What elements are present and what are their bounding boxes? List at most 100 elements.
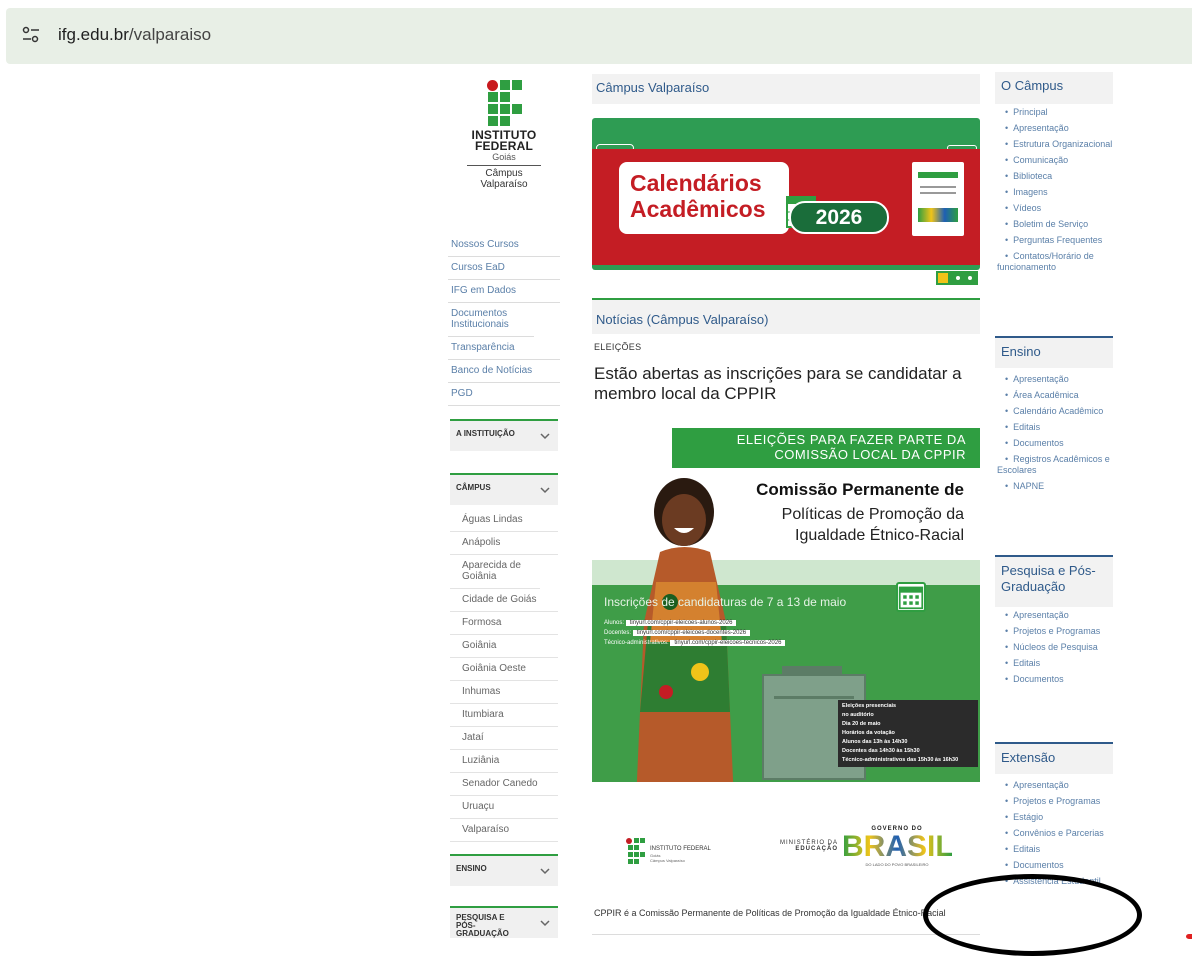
right-link[interactable]: NAPNE xyxy=(997,478,1115,494)
left-nav-item[interactable]: PGD xyxy=(448,383,560,406)
calendar-banner[interactable]: Calendários Acadêmicos 2026 xyxy=(592,118,980,270)
section-label: ENSINO xyxy=(456,864,487,873)
right-extensao-list: Apresentação Projetos e Programas Estági… xyxy=(997,777,1115,889)
section-pesquisa-toggle[interactable]: PESQUISA E PÓS-GRADUAÇÃO xyxy=(450,906,558,938)
poster-inscricoes: Inscrições de candidaturas de 7 a 13 de … xyxy=(604,595,847,609)
left-nav-item[interactable]: Cursos EaD xyxy=(448,257,560,280)
right-link[interactable]: Imagens xyxy=(997,184,1115,200)
chevron-down-icon xyxy=(540,433,550,440)
right-link[interactable]: Biblioteca xyxy=(997,168,1115,184)
right-link[interactable]: Apresentação xyxy=(997,120,1115,136)
right-link[interactable]: Calendário Acadêmico xyxy=(997,403,1115,419)
cppir-poster[interactable]: ELEIÇÕES PARA FAZER PARTE DA COMISSÃO LO… xyxy=(592,428,980,812)
campus-link[interactable]: Aparecida de Goiânia xyxy=(450,555,540,589)
news-headline[interactable]: Estão abertas as inscrições para se cand… xyxy=(594,364,974,404)
logo-line3: Goiás xyxy=(492,152,516,162)
campus-title-bar: Câmpus Valparaíso xyxy=(592,74,980,104)
right-link[interactable]: Perguntas Frequentes xyxy=(997,232,1115,248)
right-section-header: Pesquisa e Pós-Graduação xyxy=(995,555,1113,607)
campus-link[interactable]: Jataí xyxy=(450,727,558,750)
ifg-small-logo-text: INSTITUTO FEDERAL xyxy=(650,846,711,852)
ifg-logo[interactable]: INSTITUTO FEDERAL Goiás Câmpus Valparaís… xyxy=(448,80,560,190)
ifg-small-logo-sub: Câmpus Valparaíso xyxy=(650,858,685,863)
site-settings-icon[interactable] xyxy=(22,26,40,44)
campus-link[interactable]: Itumbiara xyxy=(450,704,558,727)
left-nav-item[interactable]: IFG em Dados xyxy=(448,280,560,303)
section-label: A INSTITUIÇÃO xyxy=(456,429,515,438)
right-link[interactable]: Projetos e Programas xyxy=(997,793,1115,809)
right-link[interactable]: Contatos/Horário de funcionamento xyxy=(997,248,1115,275)
poster-top-bar: ELEIÇÕES PARA FAZER PARTE DA COMISSÃO LO… xyxy=(672,428,980,468)
left-nav-item[interactable]: Transparência xyxy=(448,337,560,360)
campus-list: Águas Lindas Anápolis Aparecida de Goiân… xyxy=(450,509,558,842)
section-label: PESQUISA E PÓS-GRADUAÇÃO xyxy=(456,913,509,938)
campus-link[interactable]: Águas Lindas xyxy=(450,509,558,532)
left-nav-item[interactable]: Nossos Cursos xyxy=(448,234,560,257)
right-link[interactable]: Área Acadêmica xyxy=(997,387,1115,403)
right-link[interactable]: Apresentação xyxy=(997,607,1115,623)
ifg-logo-mark-icon xyxy=(484,80,524,126)
campus-link[interactable]: Cidade de Goiás xyxy=(450,589,558,612)
poster-title-rest: Políticas de Promoção da Igualdade Étnic… xyxy=(781,506,964,544)
news-section-header: Notícias (Câmpus Valparaíso) xyxy=(592,298,980,334)
right-link[interactable]: Documentos xyxy=(997,671,1115,687)
right-link[interactable]: Editais xyxy=(997,655,1115,671)
campus-link[interactable]: Valparaíso xyxy=(450,819,558,842)
slider-pager[interactable] xyxy=(936,271,978,285)
poster-logos: INSTITUTO FEDERAL Goiás Câmpus Valparaís… xyxy=(592,818,980,882)
right-link[interactable]: Comunicação xyxy=(997,152,1115,168)
campus-title: Câmpus Valparaíso xyxy=(596,80,710,95)
campus-link[interactable]: Uruaçu xyxy=(450,796,558,819)
right-link[interactable]: Apresentação xyxy=(997,777,1115,793)
highlight-oval-annotation xyxy=(923,874,1142,956)
section-campus-toggle[interactable]: CÂMPUS xyxy=(450,473,558,505)
news-kicker[interactable]: ELEIÇÕES xyxy=(594,342,641,352)
campus-link[interactable]: Goiânia Oeste xyxy=(450,658,558,681)
poster-bottom-strip xyxy=(592,782,980,812)
right-link[interactable]: Vídeos xyxy=(997,200,1115,216)
left-nav-item[interactable]: Documentos Institucionais xyxy=(448,303,534,337)
campus-link[interactable]: Anápolis xyxy=(450,532,558,555)
campus-link[interactable]: Formosa xyxy=(450,612,558,635)
campus-link[interactable]: Luziânia xyxy=(450,750,558,773)
cursor-marker xyxy=(1186,934,1192,939)
right-link[interactable]: Estrutura Organizacional xyxy=(997,136,1115,152)
right-link[interactable]: Documentos xyxy=(997,435,1115,451)
section-label: CÂMPUS xyxy=(456,483,491,492)
right-link[interactable]: Editais xyxy=(997,419,1115,435)
url-text[interactable]: ifg.edu.br/valparaiso xyxy=(58,25,211,45)
right-link[interactable]: Convênios e Parcerias xyxy=(997,825,1115,841)
banner-title: Calendários Acadêmicos xyxy=(630,170,766,222)
poster-links: Alunos: tinyurl.com/cppir-eleicoes-aluno… xyxy=(604,618,786,648)
slider-dot-active[interactable] xyxy=(938,273,948,283)
poster-voting-info: Eleições presenciais no auditório Dia 20… xyxy=(838,700,978,767)
chevron-down-icon xyxy=(540,868,550,875)
right-link[interactable]: Registros Acadêmicos e Escolares xyxy=(997,451,1115,478)
right-link[interactable]: Principal xyxy=(997,104,1115,120)
chevron-down-icon xyxy=(540,487,550,494)
section-instituicao-toggle[interactable]: A INSTITUIÇÃO xyxy=(450,419,558,451)
right-link[interactable]: Núcleos de Pesquisa xyxy=(997,639,1115,655)
right-link[interactable]: Boletim de Serviço xyxy=(997,216,1115,232)
logo-line4: Câmpus xyxy=(485,168,523,179)
right-ensino-list: Apresentação Área Acadêmica Calendário A… xyxy=(997,371,1115,494)
right-link[interactable]: Apresentação xyxy=(997,371,1115,387)
right-link[interactable]: Documentos xyxy=(997,857,1115,873)
right-link[interactable]: Editais xyxy=(997,841,1115,857)
banner-year: 2026 xyxy=(789,201,889,234)
section-ensino-toggle[interactable]: ENSINO xyxy=(450,854,558,886)
slider-dot[interactable] xyxy=(956,276,960,280)
slider-dot[interactable] xyxy=(968,276,972,280)
right-link[interactable]: Projetos e Programas xyxy=(997,623,1115,639)
campus-link[interactable]: Senador Canedo xyxy=(450,773,558,796)
news-title: Notícias (Câmpus Valparaíso) xyxy=(596,312,769,327)
right-link[interactable]: Estágio xyxy=(997,809,1115,825)
right-section-header: Ensino xyxy=(995,336,1113,368)
campus-link[interactable]: Inhumas xyxy=(450,681,558,704)
campus-link[interactable]: Goiânia xyxy=(450,635,558,658)
right-pesquisa-list: Apresentação Projetos e Programas Núcleo… xyxy=(997,607,1115,687)
left-nav-item[interactable]: Banco de Notícias xyxy=(448,360,560,383)
left-nav: Nossos Cursos Cursos EaD IFG em Dados Do… xyxy=(448,234,560,406)
chevron-down-icon xyxy=(540,920,550,927)
banner-side-card xyxy=(912,162,964,236)
